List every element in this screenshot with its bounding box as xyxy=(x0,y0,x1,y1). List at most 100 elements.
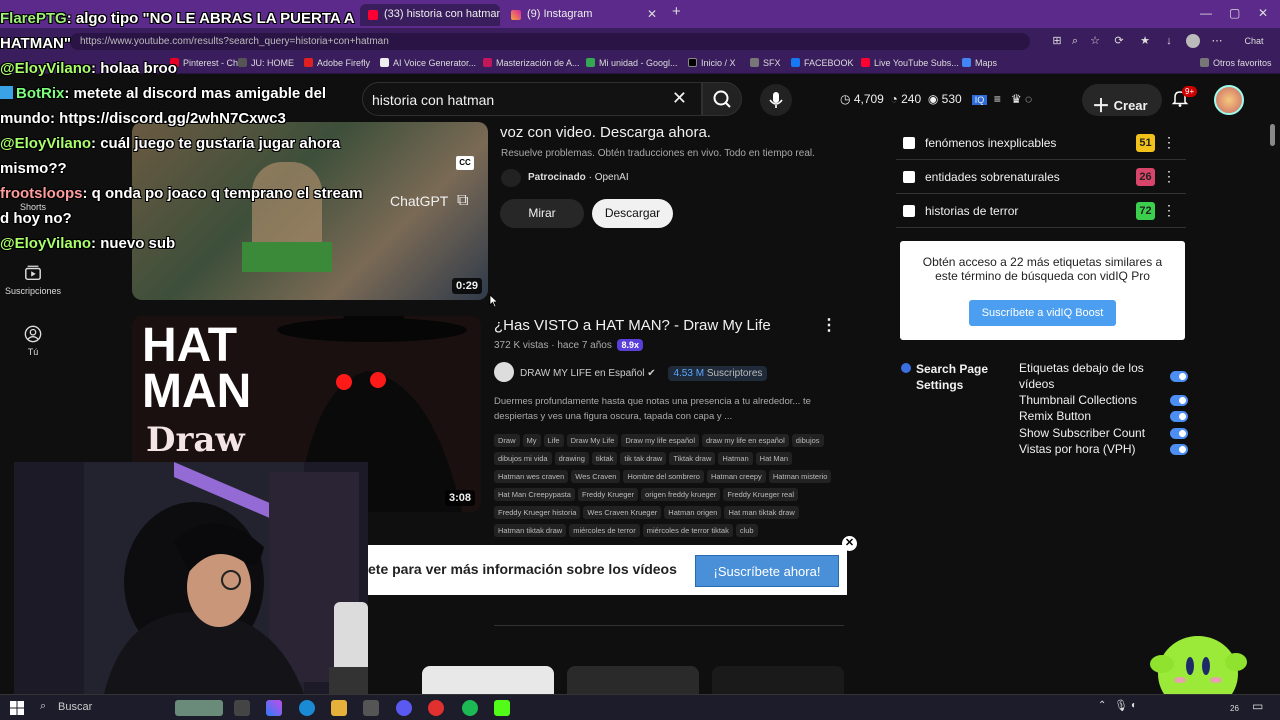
list-icon[interactable]: ≡ xyxy=(994,92,1001,106)
tab-youtube[interactable]: (33) historia con hatman - YouTub xyxy=(360,4,500,26)
bookmark-item[interactable]: Maps xyxy=(962,58,997,68)
channel-row[interactable]: DRAW MY LIFE en Español ✔ 4.53 M Suscrip… xyxy=(494,362,768,382)
setting-toggle[interactable] xyxy=(1170,395,1188,406)
video-tag-chip[interactable]: club xyxy=(735,524,758,537)
vidiq-tag-row[interactable]: historias de terror 72 ⋮ xyxy=(896,194,1186,228)
profile-icon[interactable] xyxy=(1186,34,1200,48)
video-tag-chip[interactable]: Hatman creepy xyxy=(706,470,766,483)
obs-icon[interactable] xyxy=(428,700,444,716)
video-tag-chip[interactable]: drawing xyxy=(554,452,589,465)
bookmark-item[interactable]: Live YouTube Subs... xyxy=(861,58,959,68)
vidiq-tag-row[interactable]: entidades sobrenaturales 26 ⋮ xyxy=(896,160,1186,194)
video-tag-chip[interactable]: Hat Man Creepypasta xyxy=(494,488,575,501)
windows-start-icon[interactable] xyxy=(10,701,24,715)
download-icon[interactable]: ↓ xyxy=(1162,34,1176,48)
edge-icon[interactable] xyxy=(299,700,315,716)
tab-instagram[interactable]: (9) Instagram ✕ xyxy=(503,4,663,26)
more-options-icon[interactable]: ⋮ xyxy=(821,315,837,335)
vidiq-icon[interactable]: IQ xyxy=(971,95,988,105)
scrollbar-thumb[interactable] xyxy=(1270,124,1275,146)
more-options-icon[interactable]: ⋮ xyxy=(1162,202,1176,219)
bookmark-item[interactable]: FACEBOOK xyxy=(791,58,854,68)
video-tag-chip[interactable]: Freddy Krueger real xyxy=(723,488,799,501)
video-tag-chip[interactable]: draw my life en español xyxy=(701,434,789,447)
task-view-icon[interactable] xyxy=(234,700,250,716)
taskbar-search[interactable]: ⌕ Buscar xyxy=(36,699,166,717)
bookmark-item[interactable]: Mi unidad - Googl... xyxy=(586,58,678,68)
subscribe-now-button[interactable]: ¡Suscríbete ahora! xyxy=(695,555,839,587)
bookmark-item[interactable]: Inicio / X xyxy=(688,58,736,68)
search-highlight-image[interactable] xyxy=(175,700,223,716)
video-tag-chip[interactable]: miércoles de terror tiktak xyxy=(642,524,733,537)
favorites-icon[interactable]: ★ xyxy=(1138,34,1152,48)
video-tag-chip[interactable]: tik tak draw xyxy=(620,452,667,465)
menu-icon[interactable]: ⋯ xyxy=(1210,34,1224,48)
video-tag-chip[interactable]: dibujos mi vida xyxy=(494,452,552,465)
video-tag-chip[interactable]: Hatman xyxy=(718,452,753,465)
spotify-icon[interactable] xyxy=(462,700,478,716)
headset-tray-icon[interactable]: ◐ xyxy=(1131,700,1137,711)
clear-search-icon[interactable]: ✕ xyxy=(672,88,687,109)
shorts-thumbnail[interactable] xyxy=(567,666,699,696)
refresh-icon[interactable]: ⟳ xyxy=(1112,34,1126,48)
channel-avatar[interactable] xyxy=(494,362,514,382)
setting-toggle[interactable] xyxy=(1170,411,1188,422)
minimize-icon[interactable]: — xyxy=(1200,6,1212,20)
video-tag-chip[interactable]: Hombre del sombrero xyxy=(623,470,704,483)
store-icon[interactable] xyxy=(363,700,379,716)
new-tab-icon[interactable]: + xyxy=(672,3,681,20)
video-tag-chip[interactable]: Draw xyxy=(494,434,520,447)
kick-icon[interactable] xyxy=(494,700,510,716)
tag-checkbox[interactable] xyxy=(903,205,915,217)
apps-icon[interactable]: ⊞ xyxy=(1050,34,1064,48)
tag-checkbox[interactable] xyxy=(903,171,915,183)
video-tag-chip[interactable]: Freddy Krueger xyxy=(577,488,639,501)
video-tag-chip[interactable]: Hatman tiktak draw xyxy=(494,524,567,537)
file-explorer-icon[interactable] xyxy=(331,700,347,716)
video-tag-chip[interactable]: Draw My Life xyxy=(566,434,619,447)
comment-icon[interactable]: ◌ xyxy=(1025,92,1032,106)
video-tag-chip[interactable]: Hat Man xyxy=(755,452,793,465)
setting-toggle[interactable] xyxy=(1170,428,1188,439)
setting-toggle[interactable] xyxy=(1170,371,1188,382)
shorts-thumbnail[interactable] xyxy=(712,666,844,696)
trophy-icon[interactable]: ♛ xyxy=(1011,92,1022,106)
download-button[interactable]: Descargar xyxy=(592,199,673,228)
video-tag-chip[interactable]: miércoles de terror xyxy=(569,524,640,537)
close-banner-icon[interactable]: ✕ xyxy=(842,536,857,551)
favorite-star-icon[interactable]: ☆ xyxy=(1088,34,1102,48)
close-tab-icon[interactable]: ✕ xyxy=(647,7,657,21)
video-tag-chip[interactable]: Freddy Krueger historia xyxy=(494,506,581,519)
video-tag-chip[interactable]: Hatman wes craven xyxy=(494,470,569,483)
zoom-icon[interactable]: ⌕ xyxy=(1068,34,1082,48)
video-tag-chip[interactable]: Wes Craven xyxy=(571,470,621,483)
tag-checkbox[interactable] xyxy=(903,137,915,149)
video-tag-chip[interactable]: Draw my life español xyxy=(621,434,699,447)
channel-name[interactable]: DRAW MY LIFE en Español xyxy=(520,368,645,379)
maximize-icon[interactable]: ▢ xyxy=(1229,6,1240,20)
tray-chevron-icon[interactable]: ⌃ xyxy=(1098,700,1106,711)
video-tag-chip[interactable]: Hatman origen xyxy=(664,506,722,519)
discord-icon[interactable] xyxy=(396,700,412,716)
video-tag-chip[interactable]: Hatman misterio xyxy=(768,470,832,483)
setting-toggle[interactable] xyxy=(1170,444,1188,455)
video-tag-chip[interactable]: Tiktak draw xyxy=(669,452,716,465)
ad-title[interactable]: voz con video. Descarga ahora. xyxy=(500,124,711,141)
close-window-icon[interactable]: ✕ xyxy=(1258,6,1268,20)
search-button[interactable] xyxy=(702,82,742,116)
watch-button[interactable]: Mirar xyxy=(500,199,584,228)
video-tag-chip[interactable]: My xyxy=(522,434,541,447)
bookmark-item[interactable]: Masterización de A... xyxy=(483,58,580,68)
microphone-tray-icon[interactable]: 🎙 xyxy=(1114,699,1128,712)
vidiq-tag-row[interactable]: fenómenos inexplicables 51 ⋮ xyxy=(896,126,1186,160)
shorts-thumbnail[interactable] xyxy=(422,666,554,696)
copilot-chat-button[interactable]: Chat xyxy=(1234,34,1274,48)
search-input[interactable]: historia con hatman ✕ xyxy=(362,82,702,116)
more-options-icon[interactable]: ⋮ xyxy=(1162,168,1176,185)
bookmark-item[interactable]: AI Voice Generator... xyxy=(380,58,476,68)
voice-search-button[interactable] xyxy=(760,84,792,116)
video-tag-chip[interactable]: Wes Craven Krueger xyxy=(583,506,662,519)
video-title[interactable]: ¿Has VISTO a HAT MAN? - Draw My Life xyxy=(494,317,771,334)
vidiq-boost-button[interactable]: Suscríbete a vidIQ Boost xyxy=(969,300,1116,326)
bookmark-item[interactable]: SFX xyxy=(750,58,781,68)
